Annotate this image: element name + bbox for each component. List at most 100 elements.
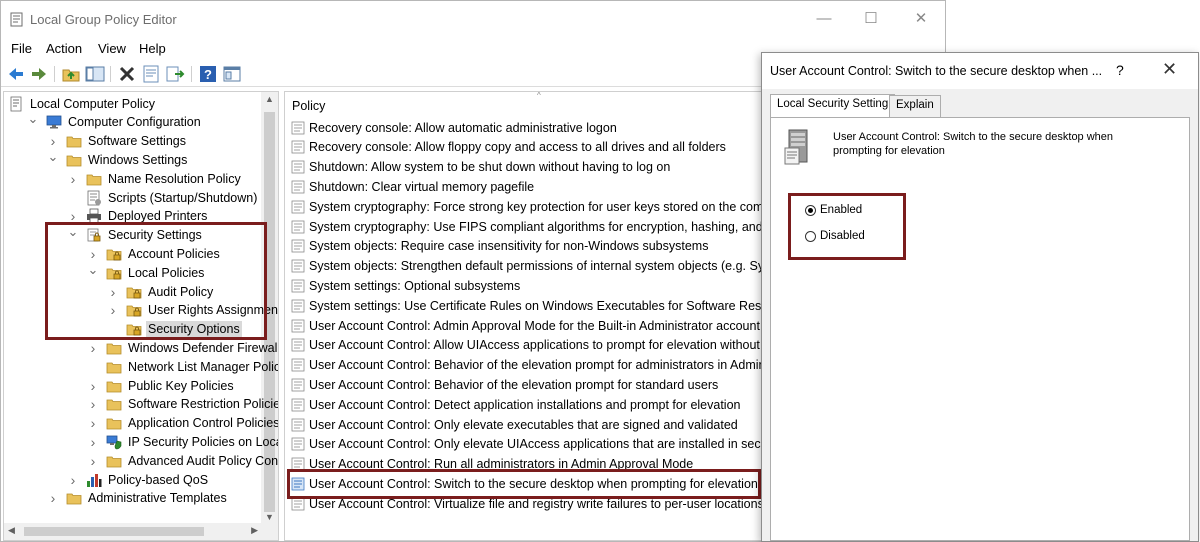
menu-action[interactable]: Action — [46, 41, 82, 56]
svg-text:?: ? — [204, 67, 212, 82]
tree-item-advanced-audit-policy-confi[interactable]: › Advanced Audit Policy Confi — [88, 451, 278, 470]
tree-pane[interactable]: ▲ ▼ ◀ ▶ Local Computer Policy ⌄ Computer C… — [3, 91, 279, 541]
disabled-radio[interactable]: Disabled — [805, 228, 865, 244]
radio-button[interactable] — [805, 230, 816, 242]
expand-chevron-icon[interactable]: › — [88, 453, 98, 469]
tree-item-label: Account Policies — [128, 246, 220, 261]
tree-item-name-resolution-policy[interactable]: › Name Resolution Policy — [68, 169, 243, 188]
scroll-down-arrow-icon[interactable]: ▼ — [261, 512, 278, 522]
policy-row[interactable]: Shutdown: Allow system to be shut down w… — [291, 158, 670, 177]
menu-file[interactable]: File — [11, 41, 32, 56]
policy-row[interactable]: Shutdown: Clear virtual memory pagefile — [291, 177, 534, 196]
show-hide-tree-icon[interactable] — [85, 64, 105, 84]
folder-icon — [86, 171, 102, 187]
expand-chevron-icon[interactable]: › — [68, 171, 78, 187]
policy-row[interactable]: User Account Control: Only elevate UIAcc… — [291, 435, 779, 454]
radio-button[interactable] — [805, 204, 816, 216]
policy-row[interactable]: User Account Control: Admin Approval Mod… — [291, 316, 760, 335]
policy-row[interactable]: User Account Control: Only elevate execu… — [291, 415, 738, 434]
expand-chevron-icon[interactable]: › — [88, 434, 98, 450]
server-policy-icon — [783, 128, 815, 166]
policy-row-selected[interactable]: User Account Control: Switch to the secu… — [291, 474, 758, 493]
up-folder-icon[interactable] — [61, 64, 81, 84]
expand-chevron-icon[interactable]: › — [108, 284, 118, 300]
minimize-button[interactable]: — — [809, 9, 839, 29]
policy-row[interactable]: User Account Control: Allow UIAccess app… — [291, 336, 777, 355]
policy-properties-dialog: User Account Control: Switch to the secu… — [761, 52, 1199, 542]
tree-item-software-settings[interactable]: › Software Settings — [48, 132, 188, 151]
menu-view[interactable]: View — [98, 41, 126, 56]
collapse-chevron-icon[interactable]: ⌄ — [68, 224, 79, 239]
tree-item-local-policies[interactable]: ⌄ Local Policies — [88, 262, 206, 282]
policy-row[interactable]: System cryptography: Force strong key pr… — [291, 197, 777, 216]
policy-row[interactable]: System cryptography: Use FIPS compliant … — [291, 217, 782, 236]
menu-help[interactable]: Help — [139, 41, 166, 56]
column-header-policy[interactable]: Policy — [292, 99, 325, 113]
tab-local-security-setting[interactable]: Local Security Setting — [770, 94, 896, 117]
tree-horizontal-scrollbar[interactable]: ◀ ▶ — [4, 523, 262, 540]
policy-row[interactable]: User Account Control: Detect application… — [291, 395, 740, 414]
tree-item-policy-based-qos[interactable]: › Policy-based QoS — [68, 470, 210, 489]
tree-item-deployed-printers[interactable]: › Deployed Printers — [68, 207, 209, 226]
delete-icon[interactable] — [117, 64, 137, 84]
tree-item-administrative-templates[interactable]: › Administrative Templates — [48, 489, 229, 508]
expand-chevron-icon[interactable]: › — [48, 490, 58, 506]
expand-chevron-icon[interactable]: › — [68, 472, 78, 488]
expand-chevron-icon[interactable]: › — [88, 378, 98, 394]
tree-item-user-rights-assignment[interactable]: › User Rights Assignment — [108, 301, 278, 320]
expand-chevron-icon[interactable]: › — [48, 133, 58, 149]
tree-item-security-options[interactable]: Security Options — [108, 320, 242, 339]
policy-row[interactable]: System objects: Strengthen default permi… — [291, 257, 781, 276]
policy-row[interactable]: System objects: Require case insensitivi… — [291, 237, 708, 256]
policy-row[interactable]: User Account Control: Behavior of the el… — [291, 375, 718, 394]
policy-row[interactable]: User Account Control: Virtualize file an… — [291, 494, 764, 513]
tree-item-software-restriction-policies[interactable]: › Software Restriction Policies — [88, 395, 278, 414]
maximize-button[interactable]: ☐ — [856, 9, 886, 29]
properties-icon[interactable] — [141, 64, 161, 84]
policy-icon — [291, 437, 305, 451]
expand-chevron-icon[interactable]: › — [68, 208, 78, 224]
collapse-chevron-icon[interactable]: ⌄ — [48, 149, 59, 164]
expand-chevron-icon[interactable]: › — [88, 415, 98, 431]
expand-chevron-icon[interactable]: › — [88, 246, 98, 262]
expand-chevron-icon[interactable]: › — [88, 340, 98, 356]
tab-explain[interactable]: Explain — [889, 95, 941, 117]
console-view-icon[interactable] — [222, 64, 242, 84]
tree-item-account-policies[interactable]: › Account Policies — [88, 244, 222, 263]
scroll-right-arrow-icon[interactable]: ▶ — [251, 525, 258, 536]
expand-chevron-icon[interactable]: › — [108, 302, 118, 318]
tree-item-application-control-policies[interactable]: › Application Control Policies — [88, 414, 278, 433]
tree-item-computer-configuration[interactable]: ⌄ Computer Configuration — [28, 111, 203, 132]
export-list-icon[interactable] — [165, 64, 185, 84]
policy-row[interactable]: Recovery console: Allow floppy copy and … — [291, 138, 726, 157]
back-arrow-icon[interactable] — [6, 64, 26, 84]
tree-item-scripts-startup-shutdown[interactable]: Scripts (Startup/Shutdown) — [68, 188, 259, 207]
dialog-help-button[interactable]: ? — [1116, 62, 1124, 78]
collapse-chevron-icon[interactable]: ⌄ — [88, 262, 99, 277]
help-icon[interactable]: ? — [198, 64, 218, 84]
enabled-radio[interactable]: Enabled — [805, 202, 862, 218]
expand-chevron-icon[interactable]: › — [88, 396, 98, 412]
close-button[interactable]: ✕ — [906, 9, 936, 29]
tree-item-label: Deployed Printers — [108, 209, 208, 224]
scroll-left-arrow-icon[interactable]: ◀ — [8, 525, 15, 536]
scroll-up-arrow-icon[interactable]: ▲ — [261, 94, 278, 104]
policy-icon — [291, 200, 305, 214]
tree-item-network-list-manager-policie[interactable]: Network List Manager Policie — [88, 357, 278, 376]
tree-item-audit-policy[interactable]: › Audit Policy — [108, 282, 215, 301]
policy-row[interactable]: User Account Control: Behavior of the el… — [291, 356, 765, 375]
collapse-chevron-icon[interactable]: ⌄ — [28, 111, 39, 126]
dialog-close-button[interactable]: ✕ — [1162, 59, 1177, 80]
policy-row[interactable]: System settings: Optional subsystems — [291, 276, 520, 295]
policy-row[interactable]: System settings: Use Certificate Rules o… — [291, 296, 791, 315]
policy-row[interactable]: User Account Control: Run all administra… — [291, 455, 693, 474]
tree-item-local-computer-policy[interactable]: Local Computer Policy — [8, 94, 157, 113]
tree-item-public-key-policies[interactable]: › Public Key Policies — [88, 376, 236, 395]
tree-item-security-settings[interactable]: ⌄ Security Settings — [68, 224, 204, 245]
forward-arrow-icon[interactable] — [29, 64, 49, 84]
tree-item-windows-settings[interactable]: ⌄ Windows Settings — [48, 149, 189, 169]
scroll-thumb[interactable] — [24, 527, 204, 536]
tree-item-windows-defender-firewall-w[interactable]: › Windows Defender Firewall w — [88, 338, 278, 357]
tree-item-ip-security-policies-on-local-c[interactable]: › IP Security Policies on Local C — [88, 432, 278, 451]
policy-row[interactable]: Recovery console: Allow automatic admini… — [291, 118, 617, 137]
